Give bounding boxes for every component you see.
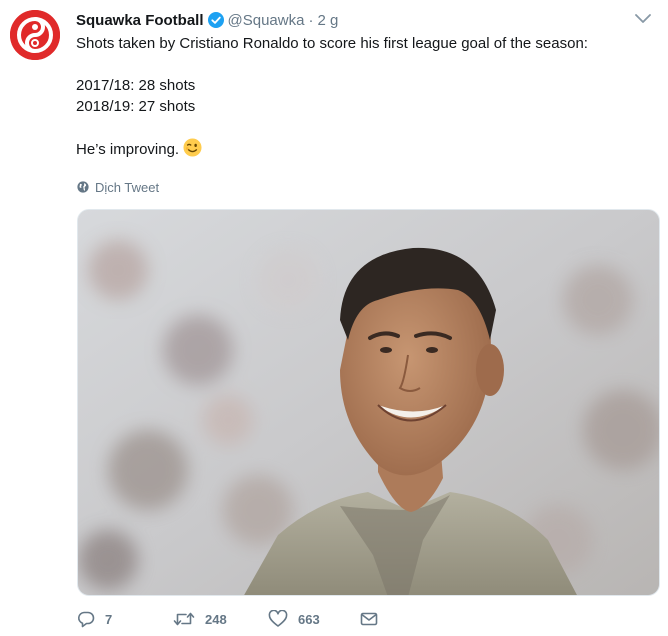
tweet-text: Shots taken by Cristiano Ronaldo to scor… (76, 33, 656, 163)
reply-icon (78, 611, 95, 628)
verified-badge-icon (207, 12, 224, 28)
retweet-button[interactable]: 248 (173, 610, 268, 628)
tweet-line: He’s improving. (76, 141, 180, 158)
envelope-icon (360, 612, 378, 626)
globe-icon (77, 181, 89, 193)
tweet-time[interactable]: 2 g (317, 12, 338, 29)
translate-tweet-link[interactable]: Dịch Tweet (77, 179, 159, 195)
photo-image (78, 210, 659, 595)
reply-count: 7 (105, 611, 113, 627)
author-handle[interactable]: @Squawka (228, 12, 305, 29)
like-button[interactable]: 663 (268, 610, 360, 628)
tweet-line: Shots taken by Cristiano Ronaldo to scor… (76, 35, 588, 52)
chevron-down-icon[interactable] (634, 12, 652, 26)
tweet-line-last: He’s improving. (76, 138, 656, 163)
tweet-photo[interactable] (77, 209, 660, 596)
avatar[interactable] (10, 10, 60, 60)
author-name[interactable]: Squawka Football (76, 12, 204, 29)
tweet: Squawka Football @Squawka · 2 g Shots ta… (0, 0, 668, 636)
tweet-line: 2018/19: 27 shots (76, 98, 196, 115)
retweet-count: 248 (205, 611, 227, 627)
direct-message-button[interactable] (360, 611, 390, 627)
reply-button[interactable]: 7 (77, 610, 173, 628)
tweet-header: Squawka Football @Squawka · 2 g (76, 9, 338, 31)
squawka-logo-icon (10, 10, 60, 60)
translate-label: Dịch Tweet (95, 179, 160, 195)
winking-face-icon (183, 138, 202, 163)
tweet-line: 2017/18: 28 shots (76, 77, 196, 94)
retweet-icon (173, 612, 195, 626)
separator-dot: · (308, 11, 314, 29)
like-count: 663 (298, 611, 320, 627)
heart-icon (268, 610, 288, 627)
tweet-actions: 7 248 663 (77, 608, 390, 630)
